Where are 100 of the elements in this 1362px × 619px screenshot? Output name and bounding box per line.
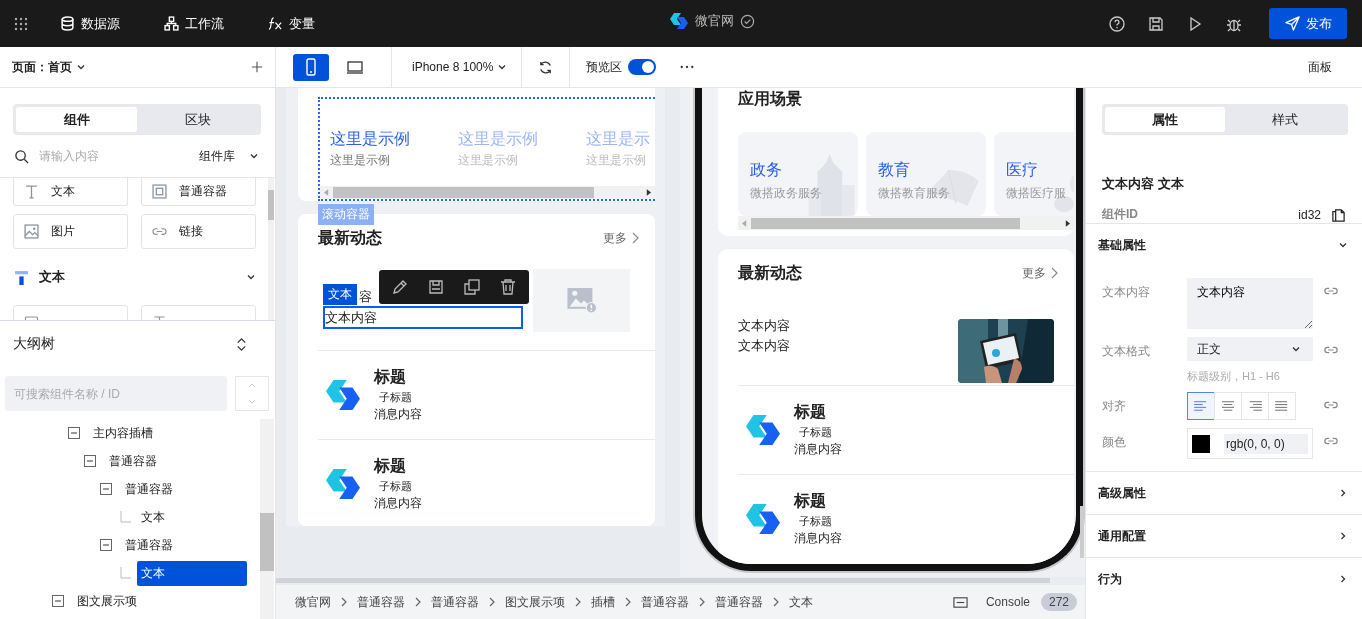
collapse-icon[interactable] <box>84 455 96 467</box>
panel-button[interactable]: 面板 <box>1308 58 1332 76</box>
collapse-icon[interactable] <box>52 595 64 607</box>
align-right-button[interactable] <box>1241 392 1269 420</box>
scrollbar[interactable] <box>320 186 655 199</box>
more-link[interactable]: 更多 <box>1022 264 1058 282</box>
breadcrumb-item[interactable]: 文本 <box>789 593 813 611</box>
scene-description: 微搭政务服务 <box>750 185 823 202</box>
panel-tab[interactable]: 属性 <box>1105 107 1225 132</box>
scroll-right-icon[interactable] <box>1065 219 1070 227</box>
nav-button[interactable]: 变量 <box>268 14 315 33</box>
tree-item[interactable]: 主内容插槽 <box>89 421 157 445</box>
save-icon[interactable] <box>427 278 445 296</box>
item-subtitle: 子标题 <box>378 479 413 494</box>
device-select[interactable]: iPhone 8 100% <box>392 47 523 87</box>
edit-icon[interactable] <box>391 278 409 296</box>
tree-item[interactable]: 文本 <box>137 560 247 586</box>
scrollbar[interactable] <box>260 419 274 619</box>
scrollbar[interactable] <box>268 178 274 320</box>
chevron-right-icon <box>340 597 348 607</box>
text-content[interactable]: 容 <box>359 287 372 306</box>
panel-tab[interactable]: 组件 <box>16 107 137 132</box>
breadcrumb-item[interactable]: 普通容器 <box>715 593 763 611</box>
tree-item[interactable]: 文本 <box>137 505 169 529</box>
help-icon[interactable] <box>1109 15 1125 32</box>
breadcrumb-item[interactable]: 普通容器 <box>357 593 405 611</box>
component-title: 文本内容 文本 <box>1102 175 1185 193</box>
id-label: 组件ID <box>1102 206 1139 223</box>
align-justify-button[interactable] <box>1268 392 1296 420</box>
scrollbar[interactable] <box>738 216 1074 230</box>
chevron-down-icon <box>247 398 257 405</box>
refresh-icon[interactable] <box>538 59 554 75</box>
breadcrumb-item[interactable]: 普通容器 <box>431 593 479 611</box>
chevron-right-icon <box>414 597 422 607</box>
hierarchy-icon <box>164 16 179 31</box>
link-icon[interactable] <box>1324 400 1338 410</box>
chevron-down-icon[interactable] <box>246 272 256 282</box>
breadcrumb-item[interactable]: 普通容器 <box>641 593 689 611</box>
mobile-view-button[interactable] <box>293 53 329 81</box>
console-button[interactable]: Console <box>985 595 1030 609</box>
apps-icon[interactable] <box>14 16 28 31</box>
section-header[interactable]: 基础属性 <box>1086 224 1362 266</box>
delete-icon[interactable] <box>499 278 517 296</box>
chevron-down-icon <box>76 62 86 72</box>
nav-button[interactable]: 工作流 <box>164 14 224 33</box>
panel-tab[interactable]: 区块 <box>137 107 258 132</box>
publish-button[interactable]: 发布 <box>1269 8 1347 39</box>
collapse-icon[interactable] <box>68 427 80 439</box>
chevron-down-icon <box>1291 344 1301 354</box>
tree-item[interactable]: 普通容器 <box>121 477 177 501</box>
scroll-right-icon[interactable] <box>646 189 651 196</box>
section-header[interactable]: 行为 <box>1086 558 1362 600</box>
color-field[interactable]: rgb(0, 0, 0) <box>1187 428 1313 459</box>
scene-card[interactable]: 政务 微搭政务服务 <box>738 132 858 216</box>
panel-tab[interactable]: 样式 <box>1225 107 1345 132</box>
format-select[interactable]: 正文 <box>1187 337 1313 361</box>
section-header[interactable]: 高级属性 <box>1086 472 1362 514</box>
chevron-right-icon <box>624 597 632 607</box>
component-card[interactable]: 链接 <box>141 214 256 249</box>
add-icon[interactable] <box>251 61 263 73</box>
search-field[interactable]: 可搜索组件名称 / ID <box>5 376 227 411</box>
app-title: 微官网 <box>695 12 734 30</box>
console-icon[interactable] <box>952 594 968 610</box>
save-icon[interactable] <box>1148 15 1164 32</box>
component-card[interactable]: 普通容器 <box>141 178 256 206</box>
copy-icon[interactable] <box>463 278 481 296</box>
breadcrumb-item[interactable]: 图文展示项 <box>505 593 565 611</box>
component-card[interactable]: 图片 <box>13 214 128 249</box>
link-icon[interactable] <box>1324 345 1338 355</box>
chevron-right-icon <box>488 597 496 607</box>
tree-item[interactable]: 普通容器 <box>105 449 161 473</box>
field-hint: 标题级别，H1 - H6 <box>1187 369 1281 384</box>
tree-item[interactable]: 普通容器 <box>121 533 177 557</box>
library-select[interactable]: 组件库 <box>199 147 259 165</box>
collapse-icon[interactable] <box>100 483 112 495</box>
text-area[interactable]: 文本内容 <box>1187 278 1313 329</box>
preview-toggle[interactable] <box>628 59 657 75</box>
tree-item[interactable]: 图文展示项 <box>73 589 141 613</box>
scene-card[interactable]: 医疗 微搭医疗服 <box>994 132 1074 216</box>
color-swatch[interactable] <box>1192 434 1210 453</box>
search-icon <box>14 148 29 164</box>
collapse-icon[interactable] <box>100 539 112 551</box>
align-center-button[interactable] <box>1214 392 1242 420</box>
more-link[interactable]: 更多 <box>603 229 639 247</box>
copy-icon[interactable] <box>1331 207 1346 222</box>
link-icon[interactable] <box>1324 286 1338 296</box>
component-card[interactable]: 文本 <box>13 178 128 206</box>
section-header[interactable]: 通用配置 <box>1086 515 1362 557</box>
nav-button[interactable]: 数据源 <box>60 14 120 33</box>
breadcrumb-item[interactable]: 微官网 <box>295 593 331 611</box>
breadcrumb-item[interactable]: 插槽 <box>591 593 615 611</box>
scrollbar[interactable] <box>1080 506 1084 558</box>
scene-card[interactable]: 教育 微搭教育服务 <box>866 132 986 216</box>
database-icon <box>60 16 75 31</box>
page-selector[interactable]: 页面：首页 <box>12 58 86 76</box>
play-icon[interactable] <box>1187 15 1203 32</box>
link-icon[interactable] <box>1324 436 1338 446</box>
more-icon[interactable] <box>680 65 695 69</box>
align-left-button[interactable] <box>1187 392 1215 420</box>
text-content[interactable]: 文本内容 <box>323 306 523 329</box>
